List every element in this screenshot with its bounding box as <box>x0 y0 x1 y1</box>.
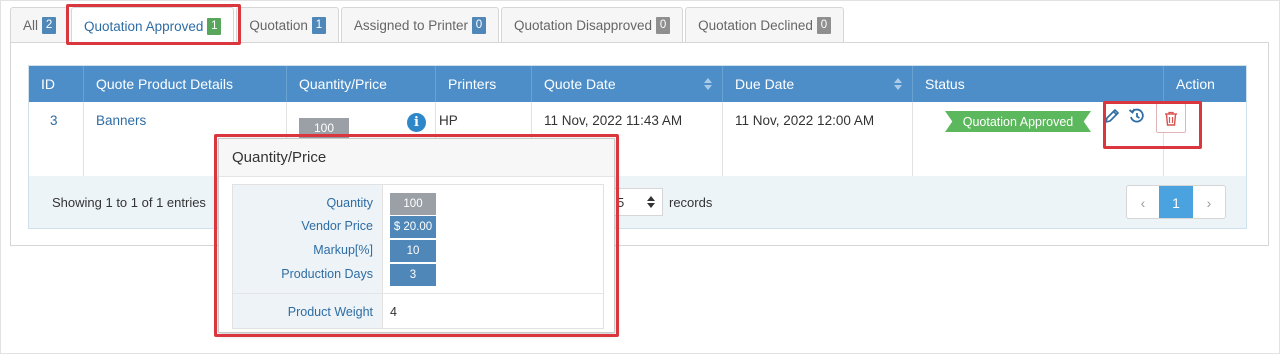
tab-count-badge: 1 <box>207 17 222 35</box>
tab-quotation[interactable]: Quotation 1 <box>236 7 339 43</box>
tab-quotation-declined[interactable]: Quotation Declined 0 <box>685 7 844 43</box>
tab-label: All <box>23 18 39 33</box>
row-value: 3 <box>390 264 436 286</box>
tab-label: Quotation Approved <box>84 18 204 34</box>
row-value: 10 <box>390 240 436 262</box>
tab-count-badge: 0 <box>471 17 486 34</box>
tab-count-badge: 2 <box>42 17 57 34</box>
cell-due-date: 11 Nov, 2022 12:00 AM <box>723 102 913 176</box>
select-caret-icon <box>647 196 655 209</box>
entries-info: Showing 1 to 1 of 1 entries <box>52 195 206 210</box>
quantity-chip: 100 <box>299 118 349 138</box>
popover-row-quantity: Quantity 100 <box>233 192 603 216</box>
tab-assigned-to-printer[interactable]: Assigned to Printer 0 <box>340 7 499 43</box>
product-link[interactable]: Banners <box>96 113 146 128</box>
row-label: Quantity <box>326 196 373 210</box>
tab-quotation-disapproved[interactable]: Quotation Disapproved 0 <box>500 7 684 43</box>
tab-quotation-approved[interactable]: Quotation Approved 1 <box>71 7 235 44</box>
divider <box>233 293 603 294</box>
history-icon[interactable] <box>1128 107 1146 125</box>
tab-count-badge: 0 <box>816 17 831 34</box>
pagination: ‹ 1 › <box>1126 185 1226 219</box>
table-row: 3 Banners 100 i HP 11 Nov, 2022 11:43 AM… <box>29 102 1246 176</box>
popover-row-vendor-price: Vendor Price $ 20.00 <box>233 215 603 239</box>
table-footer: Showing 1 to 1 of 1 entries 5 records ‹ … <box>29 176 1246 228</box>
records-select-value: 5 <box>617 194 625 210</box>
page-1-button[interactable]: 1 <box>1159 186 1193 218</box>
records-per-page-select[interactable]: 5 <box>609 188 663 216</box>
quote-id-link[interactable]: 3 <box>50 113 58 128</box>
row-actions <box>1093 93 1189 148</box>
quantity-price-popover: Quantity/Price Quantity 100 Vendor Price… <box>218 138 615 333</box>
column-header-details[interactable]: Quote Product Details <box>84 66 287 102</box>
prev-page-button[interactable]: ‹ <box>1127 186 1159 218</box>
column-header-qty-price[interactable]: Quantity/Price <box>287 66 436 102</box>
sort-icon[interactable] <box>704 78 712 90</box>
sort-icon[interactable] <box>894 78 902 90</box>
row-label: Vendor Price <box>301 219 373 233</box>
column-header-id[interactable]: ID <box>29 66 84 102</box>
status-badge: Quotation Approved <box>945 111 1091 132</box>
popover-row-product-weight: Product Weight 4 <box>233 301 603 325</box>
pencil-icon[interactable] <box>1103 107 1121 125</box>
table-header: ID Quote Product Details Quantity/Price … <box>29 66 1246 102</box>
trash-icon <box>1165 111 1177 126</box>
tab-label: Assigned to Printer <box>353 18 468 33</box>
row-label: Markup[%] <box>313 243 373 257</box>
popover-row-markup: Markup[%] 10 <box>233 239 603 263</box>
tab-label: Quotation Declined <box>698 18 813 33</box>
tab-count-badge: 0 <box>656 17 671 34</box>
column-header-quote-date[interactable]: Quote Date <box>532 66 723 102</box>
row-value: $ 20.00 <box>390 216 436 238</box>
row-label: Production Days <box>281 267 373 281</box>
row-value: 4 <box>390 305 397 319</box>
status-tabs: All 2 Quotation Approved 1 Quotation 1 A… <box>10 7 846 44</box>
cell-id: 3 <box>29 102 84 176</box>
tab-label: Quotation Disapproved <box>513 18 653 33</box>
next-page-button[interactable]: › <box>1193 186 1225 218</box>
tab-count-badge: 1 <box>311 17 326 34</box>
popover-title: Quantity/Price <box>219 139 614 177</box>
row-value: 100 <box>390 193 436 215</box>
popover-details-table: Quantity 100 Vendor Price $ 20.00 Markup… <box>232 184 604 329</box>
tab-content-panel: ID Quote Product Details Quantity/Price … <box>10 42 1269 246</box>
column-header-due-date[interactable]: Due Date <box>723 66 913 102</box>
header-label: Quote Date <box>544 76 616 92</box>
info-icon[interactable]: i <box>407 113 426 132</box>
delete-button[interactable] <box>1156 103 1186 133</box>
row-label: Product Weight <box>287 305 373 319</box>
tab-all[interactable]: All 2 <box>10 7 70 43</box>
column-header-printers[interactable]: Printers <box>436 66 532 102</box>
popover-row-production-days: Production Days 3 <box>233 263 603 287</box>
tab-label: Quotation <box>249 18 308 33</box>
header-label: Due Date <box>735 76 795 92</box>
records-label: records <box>669 195 713 210</box>
quotes-table: ID Quote Product Details Quantity/Price … <box>28 65 1247 229</box>
